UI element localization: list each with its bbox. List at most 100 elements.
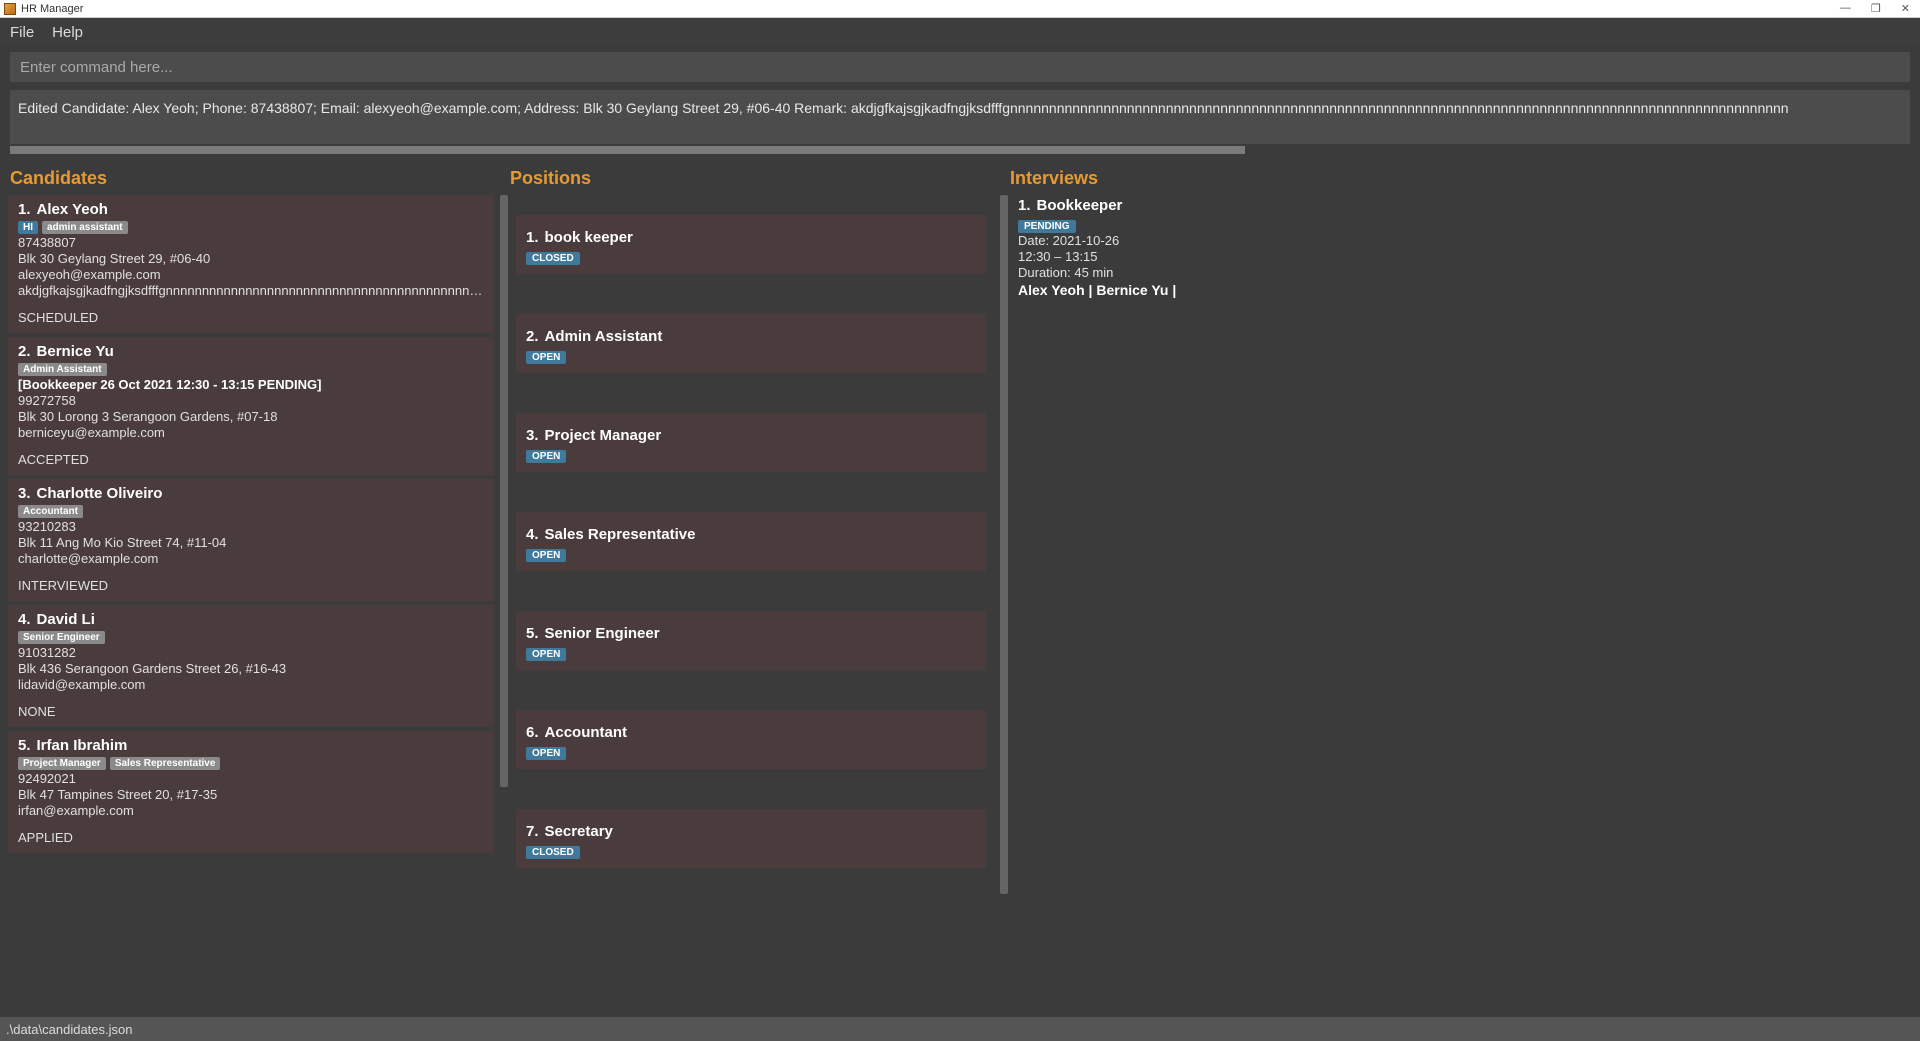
candidates-scrollbar-thumb[interactable]: [500, 195, 508, 787]
command-area: [0, 46, 1920, 86]
candidates-list[interactable]: 1.Alex YeohHIadmin assistant87438807Blk …: [8, 195, 498, 1017]
candidate-header: 2. Bernice Yu: [18, 343, 486, 360]
position-card[interactable]: 4. Sales Representative OPEN: [516, 512, 986, 571]
menu-help[interactable]: Help: [52, 24, 83, 41]
position-status-row: OPEN: [526, 645, 976, 660]
candidate-tags: HIadmin assistant: [18, 221, 486, 234]
positions-column: Positions 1.book keeperCLOSED2.Admin Ass…: [508, 168, 1008, 1017]
candidate-name: Irfan Ibrahim: [37, 737, 128, 754]
candidate-card[interactable]: 3.Charlotte OliveiroAccountant93210283Bl…: [8, 479, 494, 601]
candidate-tags: Project Manager Sales Representative: [18, 757, 486, 770]
candidate-name: Bernice Yu: [37, 343, 114, 360]
main-columns: Candidates 1.Alex YeohHIadmin assistant8…: [0, 168, 1920, 1017]
command-input[interactable]: [10, 52, 1910, 82]
position-index: 4.: [526, 526, 539, 543]
result-scrollbar-track[interactable]: [10, 146, 1910, 154]
interview-card[interactable]: 1. Bookkeeper PENDINGDate: 2021-10-2612:30…: [1008, 195, 1908, 306]
position-title: book keeper: [545, 229, 633, 246]
position-header: 3. Project Manager: [526, 427, 976, 444]
result-scrollbar-thumb[interactable]: [10, 146, 1245, 154]
candidate-name: Alex Yeoh: [37, 201, 108, 218]
position-index: 3.: [526, 427, 539, 444]
candidate-index: 3.: [18, 485, 31, 502]
candidate-status: ACCEPTED: [18, 452, 486, 467]
candidate-detail-line: Blk 47 Tampines Street 20, #17-35: [18, 787, 486, 802]
positions-list[interactable]: 1.book keeperCLOSED2.Admin AssistantOPEN…: [508, 195, 998, 1017]
interviews-column: Interviews 1.BookkeeperPENDINGDate: 2021…: [1008, 168, 1912, 1017]
positions-scrollbar[interactable]: [1000, 195, 1008, 1017]
position-header: 6.Accountant: [526, 724, 976, 741]
position-card[interactable]: 7.SecretaryCLOSED: [516, 809, 986, 868]
close-button[interactable]: ✕: [1901, 2, 1910, 15]
position-card[interactable]: 2.Admin Assistant OPEN: [516, 314, 986, 373]
position-card[interactable]: 1.book keeperCLOSED: [516, 215, 986, 274]
position-card[interactable]: 3. Project Manager OPEN: [516, 413, 986, 472]
position-status-row: CLOSED: [526, 249, 976, 264]
menu-bar: File Help: [0, 18, 1920, 46]
position-title: Sales Representative: [545, 526, 696, 543]
position-index: 2.: [526, 328, 539, 345]
candidate-status: APPLIED: [18, 830, 486, 845]
candidate-status: SCHEDULED: [18, 310, 486, 325]
position-header: 2.Admin Assistant: [526, 328, 976, 345]
interview-time: 12:30 – 13:15: [1018, 249, 1900, 264]
menu-file[interactable]: File: [10, 24, 34, 41]
candidates-scrollbar[interactable]: [500, 195, 508, 1017]
candidate-index: 2.: [18, 343, 31, 360]
position-status-badge: CLOSED: [526, 252, 580, 265]
candidate-detail-line: Blk 30 Lorong 3 Serangoon Gardens, #07-1…: [18, 409, 486, 424]
candidate-detail-line: Blk 436 Serangoon Gardens Street 26, #16…: [18, 661, 486, 676]
candidate-header: 1. Alex Yeoh: [18, 201, 486, 218]
position-status-badge: OPEN: [526, 549, 566, 562]
candidate-tag: Sales Representative: [110, 757, 221, 770]
candidate-detail-line: alexyeoh@example.com: [18, 267, 486, 282]
candidate-detail-line: akdjgfkajsgjkadfngjksdfffgnnnnnnnnnnnnnn…: [18, 283, 486, 298]
candidate-header: 5. Irfan Ibrahim: [18, 737, 486, 754]
position-card[interactable]: 6.Accountant OPEN: [516, 710, 986, 769]
interview-header: 1. Bookkeeper: [1018, 197, 1900, 214]
candidate-tag: admin assistant: [42, 221, 128, 234]
candidate-card[interactable]: 1.Alex YeohHIadmin assistant87438807Blk …: [8, 195, 494, 333]
position-index: 6.: [526, 724, 539, 741]
candidate-card[interactable]: 2.Bernice YuAdmin Assistant[Bookkeeper 2…: [8, 337, 494, 475]
result-text: Edited Candidate: Alex Yeoh; Phone: 8743…: [18, 100, 1789, 116]
position-status-row: OPEN: [526, 546, 976, 561]
interview-status-badge: PENDING: [1018, 220, 1076, 233]
interview-date: Date: 2021-10-26: [1018, 233, 1900, 248]
candidate-name: Charlotte Oliveiro: [37, 485, 163, 502]
result-display: Edited Candidate: Alex Yeoh; Phone: 8743…: [10, 90, 1910, 144]
candidate-card[interactable]: 5. Irfan Ibrahim Project Manager Sales Repr…: [8, 731, 494, 853]
window-controls: — ❐ ✕: [1840, 2, 1916, 15]
candidate-detail-line: irfan@example.com: [18, 803, 486, 818]
app-icon: [4, 3, 16, 15]
position-status-row: OPEN: [526, 744, 976, 759]
interviews-list[interactable]: 1. Bookkeeper PENDINGDate: 2021-10-2612:30…: [1008, 195, 1912, 1017]
candidate-detail-line: 92492021: [18, 771, 486, 786]
position-status-badge: OPEN: [526, 450, 566, 463]
position-status-badge: OPEN: [526, 351, 566, 364]
candidate-index: 1.: [18, 201, 31, 218]
candidate-detail-line: Blk 30 Geylang Street 29, #06-40: [18, 251, 486, 266]
positions-heading: Positions: [508, 168, 1008, 195]
position-status-badge: CLOSED: [526, 846, 580, 859]
position-title: Project Manager: [545, 427, 662, 444]
maximize-button[interactable]: ❐: [1871, 2, 1881, 15]
candidate-detail-line: Blk 11 Ang Mo Kio Street 74, #11-04: [18, 535, 486, 550]
interview-index: 1.: [1018, 197, 1031, 214]
window-title: HR Manager: [21, 3, 83, 15]
position-status-row: OPEN: [526, 447, 976, 462]
position-index: 5.: [526, 625, 539, 642]
candidate-detail-line: lidavid@example.com: [18, 677, 486, 692]
candidate-tag: Admin Assistant: [18, 363, 107, 376]
candidate-index: 5.: [18, 737, 31, 754]
position-card[interactable]: 5.Senior EngineerOPEN: [516, 611, 986, 670]
candidate-detail-line: 93210283: [18, 519, 486, 534]
candidate-card[interactable]: 4.David LiSenior Engineer91031282Blk 436…: [8, 605, 494, 727]
interview-title: Bookkeeper: [1037, 197, 1123, 214]
candidate-tag: Project Manager: [18, 757, 106, 770]
minimize-button[interactable]: —: [1840, 2, 1851, 15]
candidate-tags: Admin Assistant: [18, 363, 486, 376]
title-bar: HR Manager — ❐ ✕: [0, 0, 1920, 18]
candidate-detail-line: 99272758: [18, 393, 486, 408]
positions-scrollbar-thumb[interactable]: [1000, 195, 1008, 894]
